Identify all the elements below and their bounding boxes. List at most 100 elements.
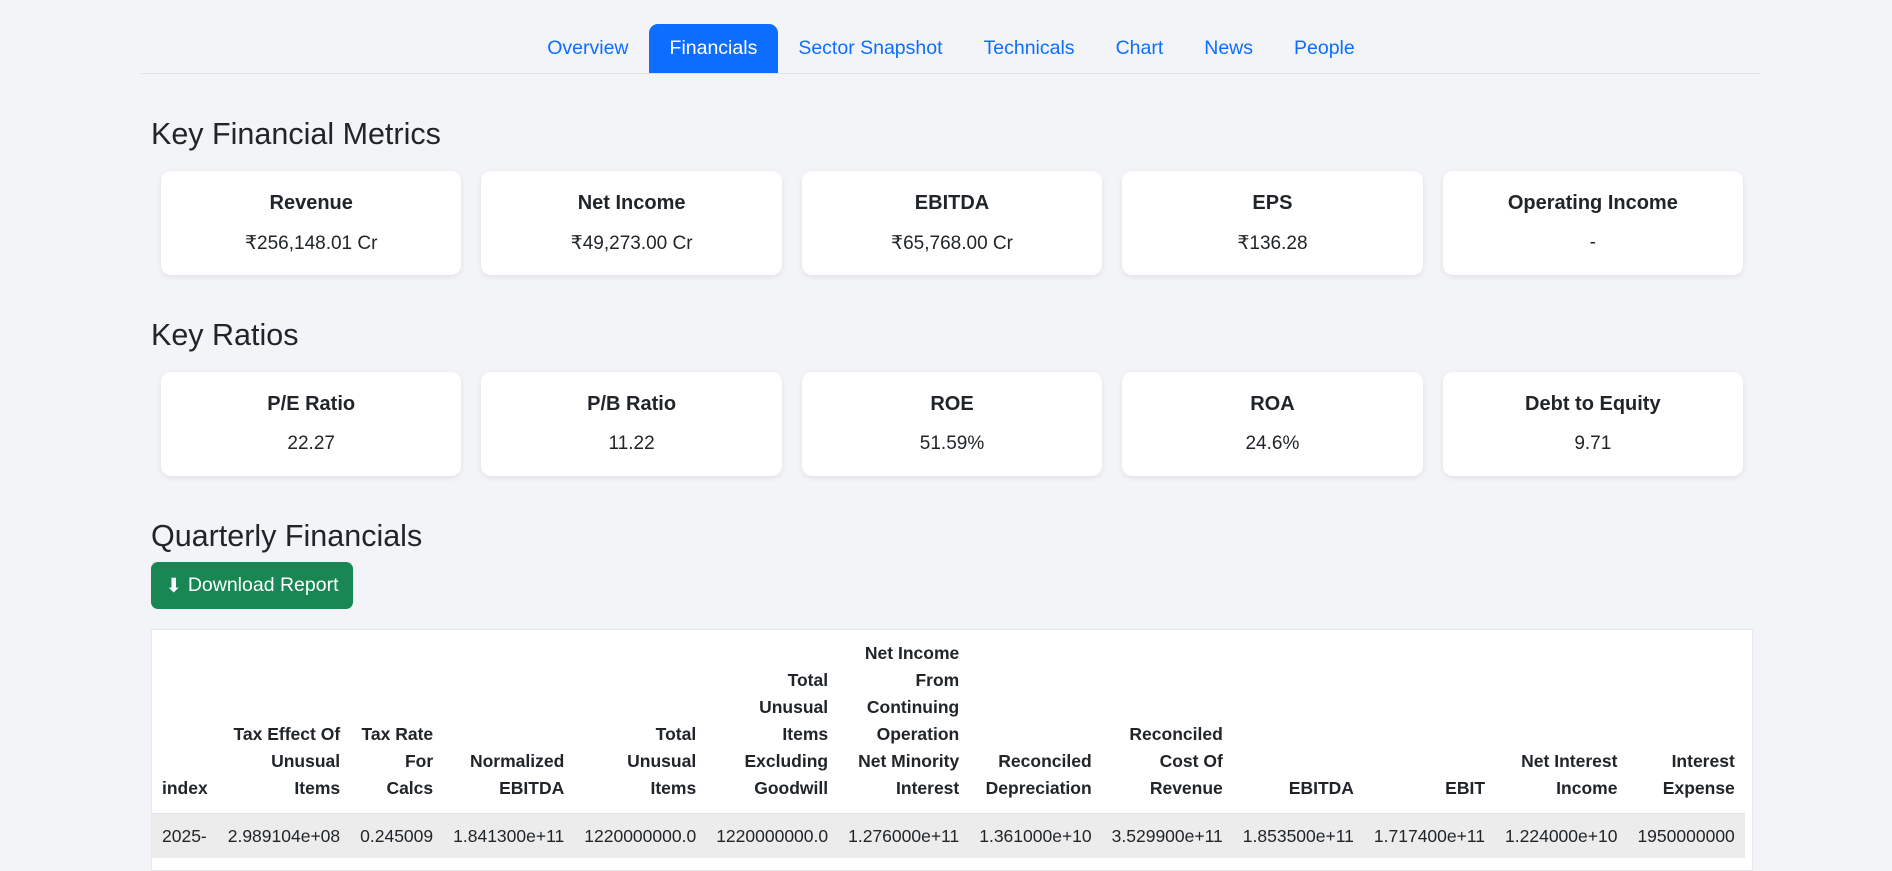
column-header-text: Unusual	[759, 697, 829, 717]
metric-card-roa: ROA 24.6%	[1122, 372, 1423, 476]
metric-label: EBITDA	[914, 192, 990, 214]
tab-news[interactable]: News	[1184, 24, 1274, 73]
metric-card-ebitda: EBITDA ₹65,768.00 Cr	[801, 171, 1103, 275]
table-cell: 1.276000e+11	[838, 813, 970, 858]
metric-label: Operating Income	[1507, 192, 1678, 214]
metric-value: -	[1589, 232, 1596, 253]
tab-people[interactable]: People	[1274, 24, 1376, 73]
key-metrics-cards: Revenue ₹256,148.01 Cr Net Income ₹49,273.0…	[161, 171, 1744, 275]
table-cell: 1950000000	[1627, 813, 1745, 858]
column-header-text: Net Minority	[858, 751, 960, 771]
table-cell: 1.853500e+11	[1232, 813, 1364, 858]
metric-card-eps: EPS ₹136.28	[1122, 171, 1423, 275]
quarterly-financials-title: Quarterly Financials	[151, 519, 423, 553]
column-header-text: Excluding	[744, 751, 829, 771]
column-header-text: EBITDA	[1288, 778, 1354, 798]
key-ratios-title: Key Ratios	[151, 318, 299, 352]
column-header-text: From	[915, 670, 960, 690]
column-header[interactable]: Reconciled Cost Of Revenue	[1101, 630, 1233, 814]
column-header-text: Revenue	[1149, 778, 1223, 798]
column-header[interactable]: Interest Expense	[1627, 630, 1745, 814]
metric-card-roe: ROE 51.59%	[801, 372, 1103, 476]
quarterly-financials-table: index Tax Effect Of Unusual Items Tax Rate Fo…	[152, 630, 1745, 858]
metric-label: Net Income	[577, 192, 686, 214]
tab-sector-snapshot[interactable]: Sector Snapshot	[778, 24, 963, 73]
download-report-label: Download Report	[187, 574, 339, 596]
tab-chart[interactable]: Chart	[1095, 24, 1184, 73]
column-header-text: Net Income	[864, 643, 960, 663]
column-header-text: Items	[294, 778, 341, 798]
metric-card-net-income: Net Income ₹49,273.00 Cr	[481, 171, 782, 275]
tab-overview[interactable]: Overview	[527, 24, 649, 73]
column-header[interactable]: Net Income From Continuing Operation Net Min…	[838, 630, 970, 814]
metric-label: Debt to Equity	[1525, 393, 1661, 415]
column-header-text: Total	[787, 670, 829, 690]
tab-technicals[interactable]: Technicals	[963, 24, 1095, 73]
column-header[interactable]: EBIT	[1363, 630, 1496, 814]
download-icon: ⬇	[165, 574, 182, 597]
metric-value: 51.59%	[919, 433, 985, 454]
quarterly-financials-table-wrapper[interactable]: index Tax Effect Of Unusual Items Tax Rate Fo…	[151, 629, 1753, 871]
column-header-text: Continuing	[866, 697, 960, 717]
column-header[interactable]: Reconciled Depreciation	[969, 630, 1102, 814]
column-header-text: Goodwill	[754, 778, 829, 798]
column-header[interactable]: Normalized EBITDA	[443, 630, 575, 814]
column-header-text: Calcs	[386, 778, 434, 798]
column-header-text: index	[162, 778, 208, 798]
metric-card-revenue: Revenue ₹256,148.01 Cr	[161, 171, 462, 275]
metric-card-debt-to-equity: Debt to Equity 9.71	[1442, 372, 1744, 476]
table-cell: 3.529900e+11	[1101, 813, 1233, 858]
metric-value: ₹256,148.01 Cr	[244, 233, 378, 254]
column-header-text: Net Interest	[1521, 751, 1618, 771]
column-header-text: Income	[1556, 778, 1618, 798]
metric-value: 11.22	[608, 433, 655, 454]
metric-value: ₹65,768.00 Cr	[891, 233, 1013, 254]
table-header-row: index Tax Effect Of Unusual Items Tax Rate Fo…	[152, 630, 1745, 814]
table-row: 2025- 2.989104e+08 0.245009 1.841300e+11 122…	[152, 813, 1745, 858]
metric-value: ₹49,273.00 Cr	[570, 233, 693, 254]
metric-value: ₹136.28	[1237, 233, 1308, 254]
metric-value: 22.27	[287, 433, 335, 454]
column-header-text: EBITDA	[499, 778, 565, 798]
column-header[interactable]: index	[152, 630, 218, 814]
column-header[interactable]: Total Unusual Items	[574, 630, 707, 814]
column-header[interactable]: Tax Rate For Calcs	[350, 630, 444, 814]
metric-label: ROE	[930, 393, 974, 415]
column-header[interactable]: Net Interest Income	[1495, 630, 1628, 814]
table-body: 2025- 2.989104e+08 0.245009 1.841300e+11 122…	[152, 813, 1745, 858]
metric-label: P/E Ratio	[267, 393, 356, 415]
column-header[interactable]: Total Unusual Items Excluding Goodwill	[706, 630, 839, 814]
column-header-text: Normalized	[469, 751, 565, 771]
column-header-text: Expense	[1662, 778, 1735, 798]
column-header-text: Items	[782, 724, 829, 744]
column-header-text: For	[404, 751, 434, 771]
table-cell: 2025-	[152, 813, 218, 858]
column-header-text: Items	[650, 778, 697, 798]
key-metrics-title: Key Financial Metrics	[151, 117, 441, 151]
download-report-button[interactable]: ⬇ Download Report	[151, 562, 353, 609]
table-cell: 1220000000.0	[574, 813, 707, 858]
column-header-text: Tax Effect Of	[233, 724, 341, 744]
metric-label: ROA	[1250, 393, 1295, 415]
metric-value: 24.6%	[1245, 433, 1300, 454]
column-header-text: Interest	[1671, 751, 1735, 771]
column-header-text: Total	[655, 724, 697, 744]
metric-card-p-e-ratio: P/E Ratio 22.27	[161, 372, 462, 476]
column-header[interactable]: Tax Effect Of Unusual Items	[217, 630, 351, 814]
column-header-text: Tax Rate	[361, 724, 434, 744]
column-header-text: Reconciled	[998, 751, 1092, 771]
column-header-text: Unusual	[627, 751, 697, 771]
column-header-text: EBIT	[1445, 778, 1486, 798]
column-header-text: Unusual	[271, 751, 341, 771]
metric-card-p-b-ratio: P/B Ratio 11.22	[481, 372, 782, 476]
table-cell: 0.245009	[350, 813, 444, 858]
table-cell: 1.224000e+10	[1495, 813, 1628, 858]
table-cell: 1.361000e+10	[969, 813, 1102, 858]
tab-bar: Overview Financials Sector Snapshot Technic…	[141, 24, 1761, 74]
column-header-text: Depreciation	[985, 778, 1092, 798]
column-header-text: Interest	[896, 778, 960, 798]
key-ratios-cards: P/E Ratio 22.27 P/B Ratio 11.22 ROE 51.59% ROA…	[161, 372, 1744, 476]
column-header[interactable]: EBITDA	[1232, 630, 1364, 814]
table-cell: 1.841300e+11	[443, 813, 575, 858]
tab-financials[interactable]: Financials	[649, 24, 778, 73]
